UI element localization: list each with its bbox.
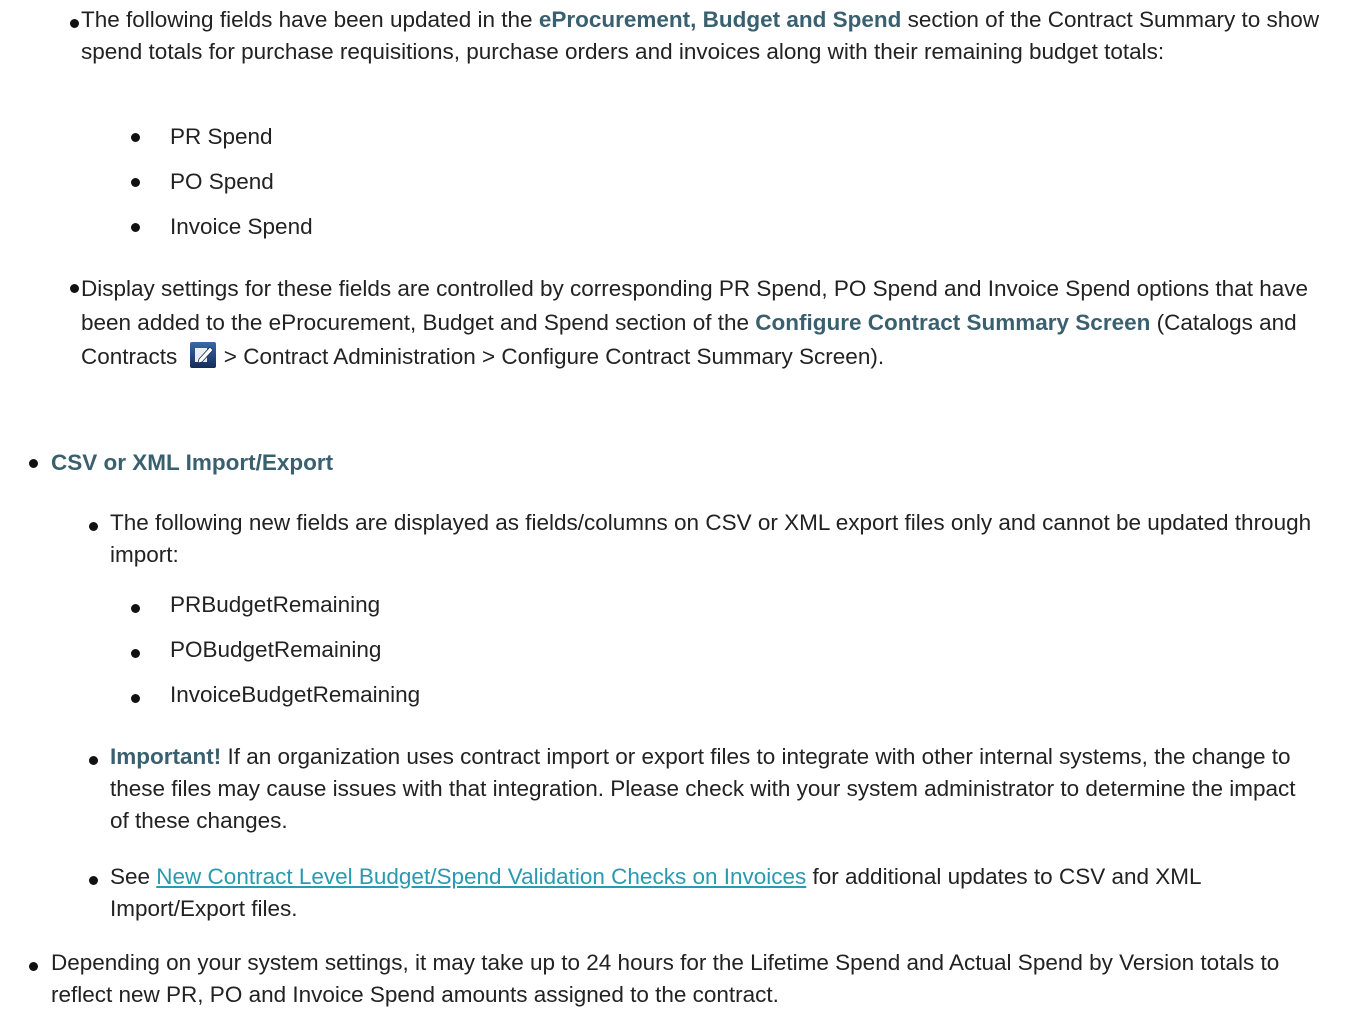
bullet xyxy=(131,694,140,703)
bullet xyxy=(70,284,79,293)
bullet xyxy=(131,649,140,658)
bullet xyxy=(131,604,140,613)
bullet xyxy=(89,876,98,885)
final-paragraph: Depending on your system settings, it ma… xyxy=(51,950,1280,1007)
bullet xyxy=(29,962,38,971)
edit-icon xyxy=(189,342,216,368)
configure-contract-summary-link[interactable]: Configure Contract Summary Screen xyxy=(755,310,1150,335)
eprocurement-section-highlight: eProcurement, Budget and Spend xyxy=(538,7,902,32)
bullet xyxy=(89,522,98,531)
list-item: InvoiceBudgetRemaining xyxy=(170,682,421,707)
bullet xyxy=(131,178,140,187)
list-item: POBudgetRemaining xyxy=(170,637,382,662)
csv-xml-heading: CSV or XML Import/Export xyxy=(51,450,334,475)
list-item: Invoice Spend xyxy=(170,214,313,239)
display-settings-paragraph: Display settings for these fields are co… xyxy=(81,276,1308,369)
list-item: PO Spend xyxy=(170,169,274,194)
bullet xyxy=(29,459,38,468)
important-paragraph: Important! If an organization uses contr… xyxy=(110,744,1296,833)
validation-checks-link[interactable]: New Contract Level Budget/Spend Validati… xyxy=(156,864,806,889)
list-item: PRBudgetRemaining xyxy=(170,592,381,617)
new-fields-paragraph: The following new fields are displayed a… xyxy=(110,510,1312,567)
bullet xyxy=(131,133,140,142)
important-label: Important! xyxy=(110,744,222,769)
see-paragraph: See New Contract Level Budget/Spend Vali… xyxy=(110,864,1201,921)
bullet xyxy=(89,756,98,765)
fields-updated-paragraph: The following fields have been updated i… xyxy=(81,7,1320,64)
list-item: PR Spend xyxy=(170,124,273,149)
bullet xyxy=(131,223,140,232)
bullet xyxy=(70,19,79,28)
